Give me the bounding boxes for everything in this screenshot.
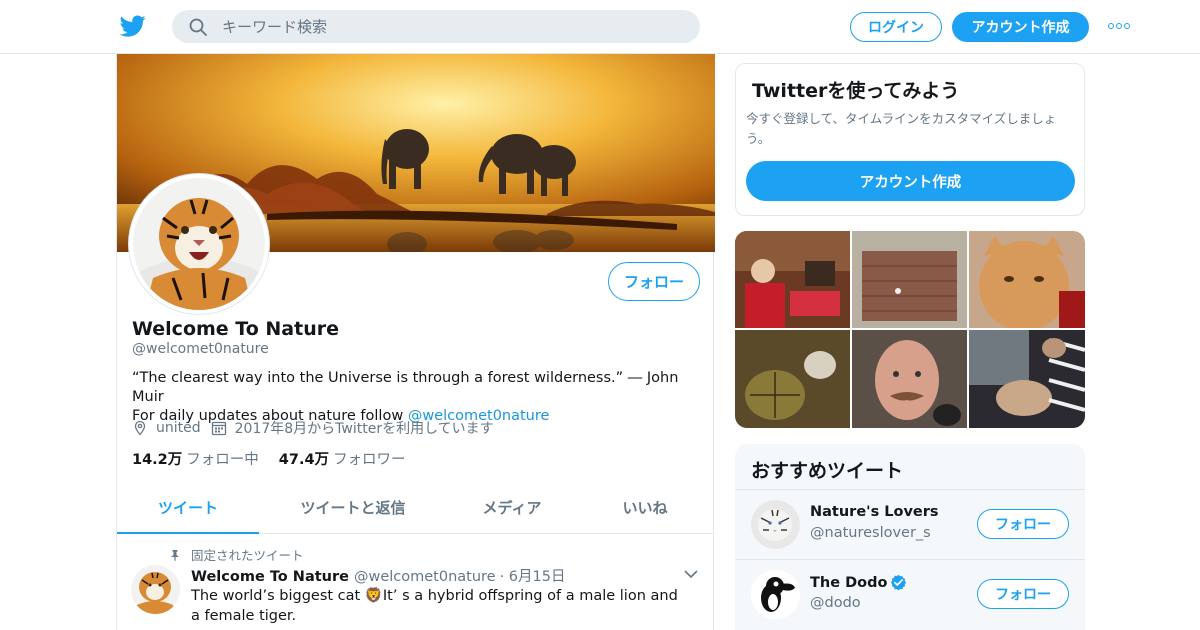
profile-avatar[interactable] <box>129 174 269 314</box>
account-avatar[interactable] <box>751 500 800 549</box>
recommended-tweets-card: おすすめツイート Nature's Lovers @natureslover_s… <box>735 444 1085 630</box>
signup-card-title: Twitterを使ってみよう <box>752 80 960 102</box>
media-thumbnail[interactable] <box>969 231 1085 328</box>
recommended-account[interactable]: The Dodo @dodo フォロー <box>735 559 1085 629</box>
tweet-author-avatar[interactable] <box>131 565 180 614</box>
profile-location: united <box>156 420 201 436</box>
chevron-down-icon[interactable] <box>684 569 698 579</box>
signup-card: Twitterを使ってみよう 今すぐ登録して、タイムラインをカスタマイズしましょ… <box>735 63 1085 216</box>
profile-tabs: ツイート ツイートと返信 メディア いいね <box>117 482 713 534</box>
more-options-icon[interactable] <box>1108 23 1130 29</box>
tweet-author-handle[interactable]: @welcomet0nature <box>354 569 496 585</box>
account-avatar[interactable] <box>751 570 800 619</box>
login-button[interactable]: ログイン <box>850 12 942 42</box>
tab-tweets[interactable]: ツイート <box>117 482 259 534</box>
profile-meta: united 2017年8月からTwitterを利用しています <box>132 418 504 438</box>
search-box[interactable] <box>172 10 700 43</box>
media-thumbnail[interactable] <box>969 330 1085 428</box>
media-grid <box>735 231 1085 428</box>
following-count[interactable]: 14.2万 フォロー中 <box>132 448 259 469</box>
verified-badge-icon <box>891 574 907 591</box>
signup-card-description: 今すぐ登録して、タイムラインをカスタマイズしましょう。 <box>746 111 1057 146</box>
tab-media[interactable]: メディア <box>447 482 577 533</box>
tweet-date[interactable]: · 6月15日 <box>500 565 566 586</box>
profile-handle[interactable]: @welcomet0nature <box>132 341 269 357</box>
bio-line: “The clearest way into the Universe is t… <box>132 370 679 405</box>
account-handle[interactable]: @natureslover_s <box>810 525 931 541</box>
tab-likes[interactable]: いいね <box>577 482 713 533</box>
follow-button[interactable]: フォロー <box>977 509 1069 539</box>
pin-icon <box>171 549 179 561</box>
top-navigation-bar: ログイン アカウント作成 <box>0 0 1200 54</box>
media-thumbnail[interactable] <box>735 231 850 328</box>
follow-button[interactable]: フォロー <box>608 262 700 301</box>
profile-joined-date: 2017年8月からTwitterを利用しています <box>234 421 494 437</box>
media-thumbnail[interactable] <box>852 231 967 328</box>
account-name[interactable]: The Dodo <box>810 574 907 591</box>
profile-column: フォロー Welcome To Nature @welcomet0nature … <box>116 54 715 630</box>
profile-stats: 14.2万 フォロー中 47.4万 フォロワー <box>132 448 426 469</box>
tweet-text: The world’s biggest cat 🦁It’ s a hybrid … <box>191 588 678 624</box>
location-pin-icon <box>134 420 146 436</box>
search-icon <box>189 18 207 36</box>
account-handle[interactable]: @dodo <box>810 595 861 611</box>
media-thumbnail[interactable] <box>852 330 967 428</box>
twitter-bird-icon[interactable] <box>119 13 147 39</box>
pinned-indicator: 固定されたツイート <box>169 545 304 564</box>
media-thumbnail[interactable] <box>735 330 850 428</box>
tweet-author-name[interactable]: Welcome To Nature <box>191 569 349 585</box>
signup-button[interactable]: アカウント作成 <box>952 12 1089 42</box>
recommended-title: おすすめツイート <box>751 460 904 482</box>
signup-card-button[interactable]: アカウント作成 <box>746 161 1075 201</box>
account-name[interactable]: Nature's Lovers <box>810 504 939 520</box>
calendar-icon <box>211 421 226 436</box>
tweet-header: Welcome To Nature @welcomet0nature · 6月1… <box>191 565 566 586</box>
tab-tweets-and-replies[interactable]: ツイートと返信 <box>259 482 447 533</box>
profile-name: Welcome To Nature <box>132 318 339 340</box>
search-input[interactable] <box>222 17 662 36</box>
recommended-account[interactable]: Nature's Lovers @natureslover_s フォロー <box>735 489 1085 559</box>
pinned-tweet[interactable]: 固定されたツイート Welcome To Nature @welcomet0na… <box>117 535 713 630</box>
followers-count[interactable]: 47.4万 フォロワー <box>279 448 406 469</box>
follow-button[interactable]: フォロー <box>977 579 1069 609</box>
